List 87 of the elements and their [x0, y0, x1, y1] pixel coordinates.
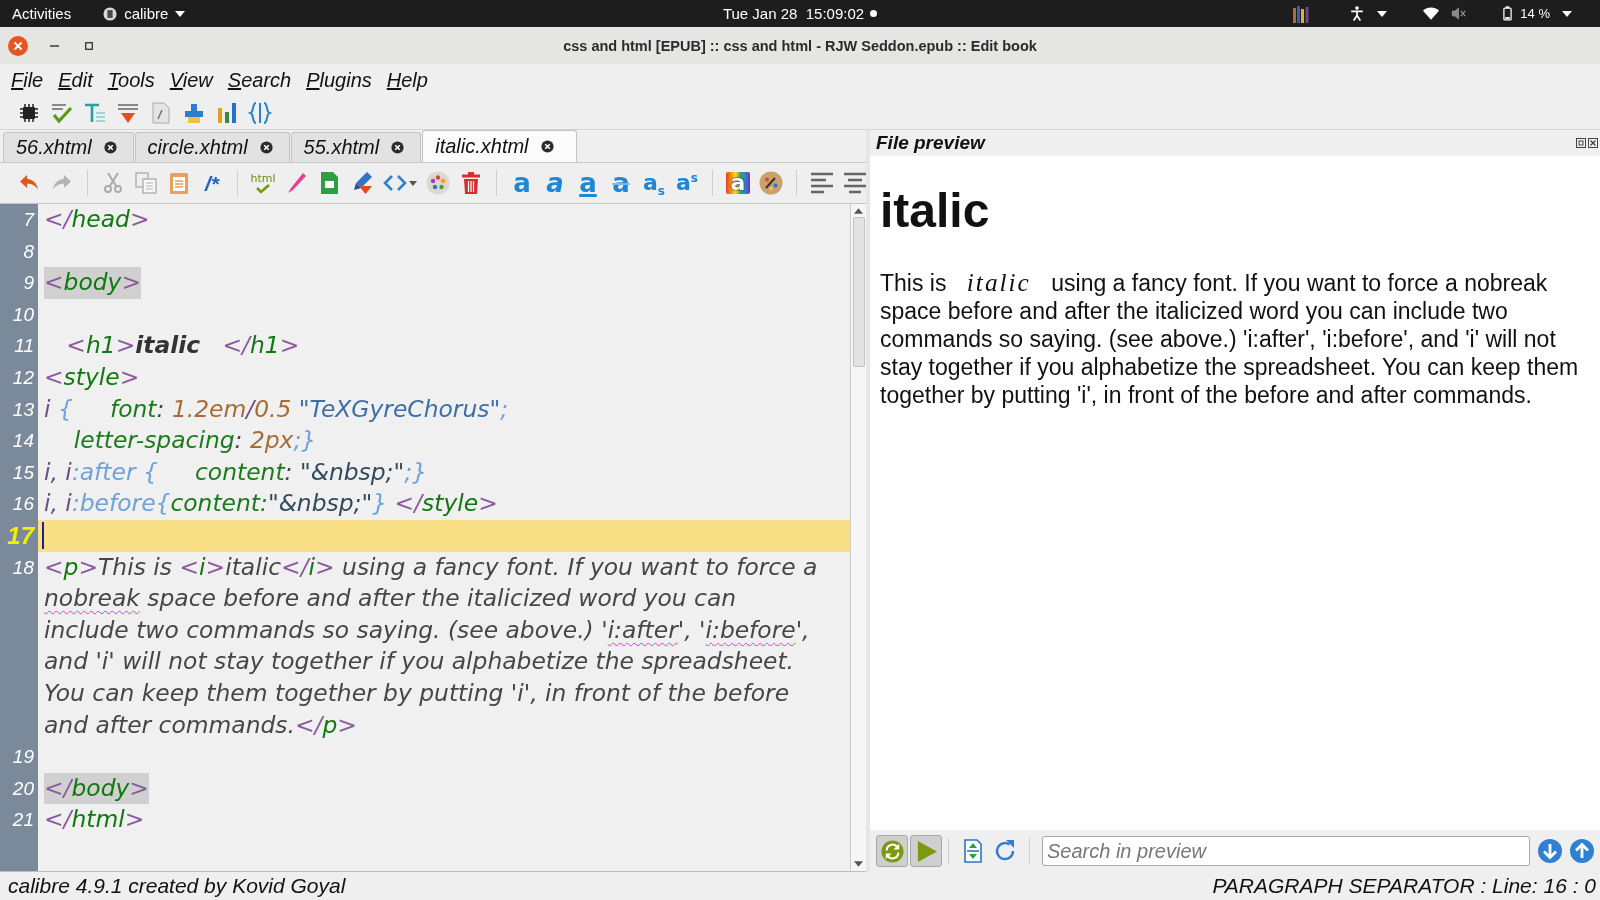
panel-title: File preview: [876, 132, 985, 154]
line-number: 21: [11, 808, 35, 833]
arrow-up-icon[interactable]: [1570, 839, 1594, 863]
menu-item[interactable]: Plugins: [306, 68, 372, 92]
comment-button[interactable]: /*: [200, 169, 224, 197]
line-number: 15: [11, 460, 35, 485]
speaker-icon[interactable]: [1451, 6, 1468, 21]
notification-dot-icon: [870, 10, 878, 17]
file-tab[interactable]: 55.xhtml: [290, 132, 422, 162]
line-number: 13: [11, 397, 35, 422]
color-wheel-icon[interactable]: [426, 171, 450, 195]
menu-item[interactable]: View: [169, 68, 213, 92]
trash-icon[interactable]: [459, 171, 483, 195]
menu-item[interactable]: Search: [227, 68, 292, 92]
line-number: 9: [22, 271, 35, 296]
code-line: i { font: 1.2em/0.5 "TeXGyreChorus";: [44, 393, 509, 425]
file-tab[interactable]: circle.xhtml: [134, 132, 290, 162]
minimize-icon[interactable]: [50, 44, 59, 47]
line-number: 8: [22, 239, 35, 264]
refresh-icon[interactable]: [993, 839, 1017, 863]
app-icon: [103, 6, 118, 21]
app-menu[interactable]: calibre: [103, 5, 186, 22]
battery-icon[interactable]: [1503, 6, 1513, 21]
line-number: 19: [11, 745, 35, 770]
line-number: 17: [6, 520, 36, 551]
line-number: 11: [13, 334, 35, 359]
menu-item[interactable]: File: [11, 68, 44, 92]
sync-icon: [880, 839, 904, 863]
align-center-icon[interactable]: [843, 171, 867, 195]
code-line: i, i:before{content:"&nbsp;"} </style>: [44, 488, 498, 520]
line-number: 7: [22, 208, 36, 232]
caret-icon[interactable]: [1377, 10, 1388, 17]
window-title: css and html [EPUB] :: css and html - RJW Seddon.epub :: Edit book: [562, 37, 1038, 54]
float-icon[interactable]: [1576, 138, 1586, 148]
code-line: </html>: [44, 804, 145, 836]
line-number: 10: [11, 302, 35, 327]
caret-icon[interactable]: [409, 180, 417, 186]
menu-item[interactable]: Help: [386, 68, 428, 92]
wifi-icon[interactable]: [1423, 6, 1440, 21]
activities-button[interactable]: Activities: [12, 5, 72, 22]
scrollbar-thumb[interactable]: [852, 217, 865, 367]
close-icon[interactable]: [103, 141, 117, 154]
sync-button[interactable]: [876, 835, 908, 867]
search-field[interactable]: Search in preview: [1042, 836, 1530, 866]
accessibility-icon[interactable]: [1349, 6, 1366, 21]
close-icon[interactable]: [540, 140, 554, 153]
books-icon[interactable]: [1293, 4, 1312, 23]
code-line: <h1>italic </h1>: [65, 330, 300, 362]
document-arrows-icon[interactable]: [961, 839, 985, 863]
line-number: 16: [11, 492, 35, 517]
caret-icon: [175, 10, 186, 17]
line-number: 20: [11, 776, 35, 801]
close-icon[interactable]: [391, 141, 405, 154]
close-icon[interactable]: [1588, 138, 1598, 148]
code-line: </head>: [44, 204, 150, 235]
preview-heading: italic: [880, 183, 991, 239]
html-check-button[interactable]: html: [251, 170, 275, 196]
menu-item[interactable]: Tools: [107, 68, 155, 92]
status-text: calibre 4.9.1 created by Kovid Goyal: [8, 874, 346, 898]
file-tab[interactable]: 56.xhtml: [3, 132, 134, 162]
menu-item[interactable]: Edit: [58, 68, 93, 92]
caret-icon[interactable]: [1562, 10, 1572, 17]
preview-paragraph: This is italic using a fancy font. If you want to force a nobreak space before and after the italicized word you can include two commands so saying. (see above.) 'i:after', 'i:before', and 'i' will not stay together if you alphabetize the spreadsheet. You can keep them together by putting 'i', in front of the before and after commands.: [880, 268, 1580, 409]
align-left-icon[interactable]: [810, 171, 834, 195]
maximize-icon[interactable]: [85, 41, 93, 50]
file-tab[interactable]: italic.xhtml: [422, 130, 577, 162]
battery-percentage[interactable]: 14 %: [1520, 6, 1550, 21]
cursor-position: PARAGRAPH SEPARATOR : Line: 16 : 0: [1212, 874, 1596, 898]
code-line: i, i:after { content: "&nbsp;";}: [44, 456, 427, 488]
clipboard-icon[interactable]: [167, 171, 191, 195]
vertical-scrollbar[interactable]: [850, 204, 866, 871]
scroll-down-icon[interactable]: [854, 861, 863, 867]
line-number: 14: [11, 429, 35, 454]
clock[interactable]: Tue Jan 28 15:09:02: [722, 5, 865, 22]
close-icon[interactable]: [259, 141, 273, 154]
code-line: <p>This is <i>italic</i> using a fancy font. If you want to force a nobreak space before and after the italicized word you can include two commands so saying. (see above.) 'i:after', 'i:before', and 'i' will not stay together if you alphabetize the spreadsheet. You can keep them together by putting 'i', in front of the before and after commands.</p>: [44, 551, 819, 741]
line-number: 12: [11, 365, 35, 390]
palette-icon[interactable]: [759, 171, 783, 195]
line-number: 18: [11, 555, 35, 580]
arrow-down-icon[interactable]: [1538, 839, 1562, 863]
code-editor[interactable]: [0, 204, 850, 871]
braces-icon[interactable]: [248, 100, 272, 125]
bar-chart-icon[interactable]: [215, 100, 239, 125]
code-line: <style>: [44, 361, 140, 393]
text-cursor: [42, 522, 44, 550]
code-line: letter-spacing: 2px;}: [72, 425, 317, 457]
scroll-up-icon[interactable]: [854, 208, 863, 214]
